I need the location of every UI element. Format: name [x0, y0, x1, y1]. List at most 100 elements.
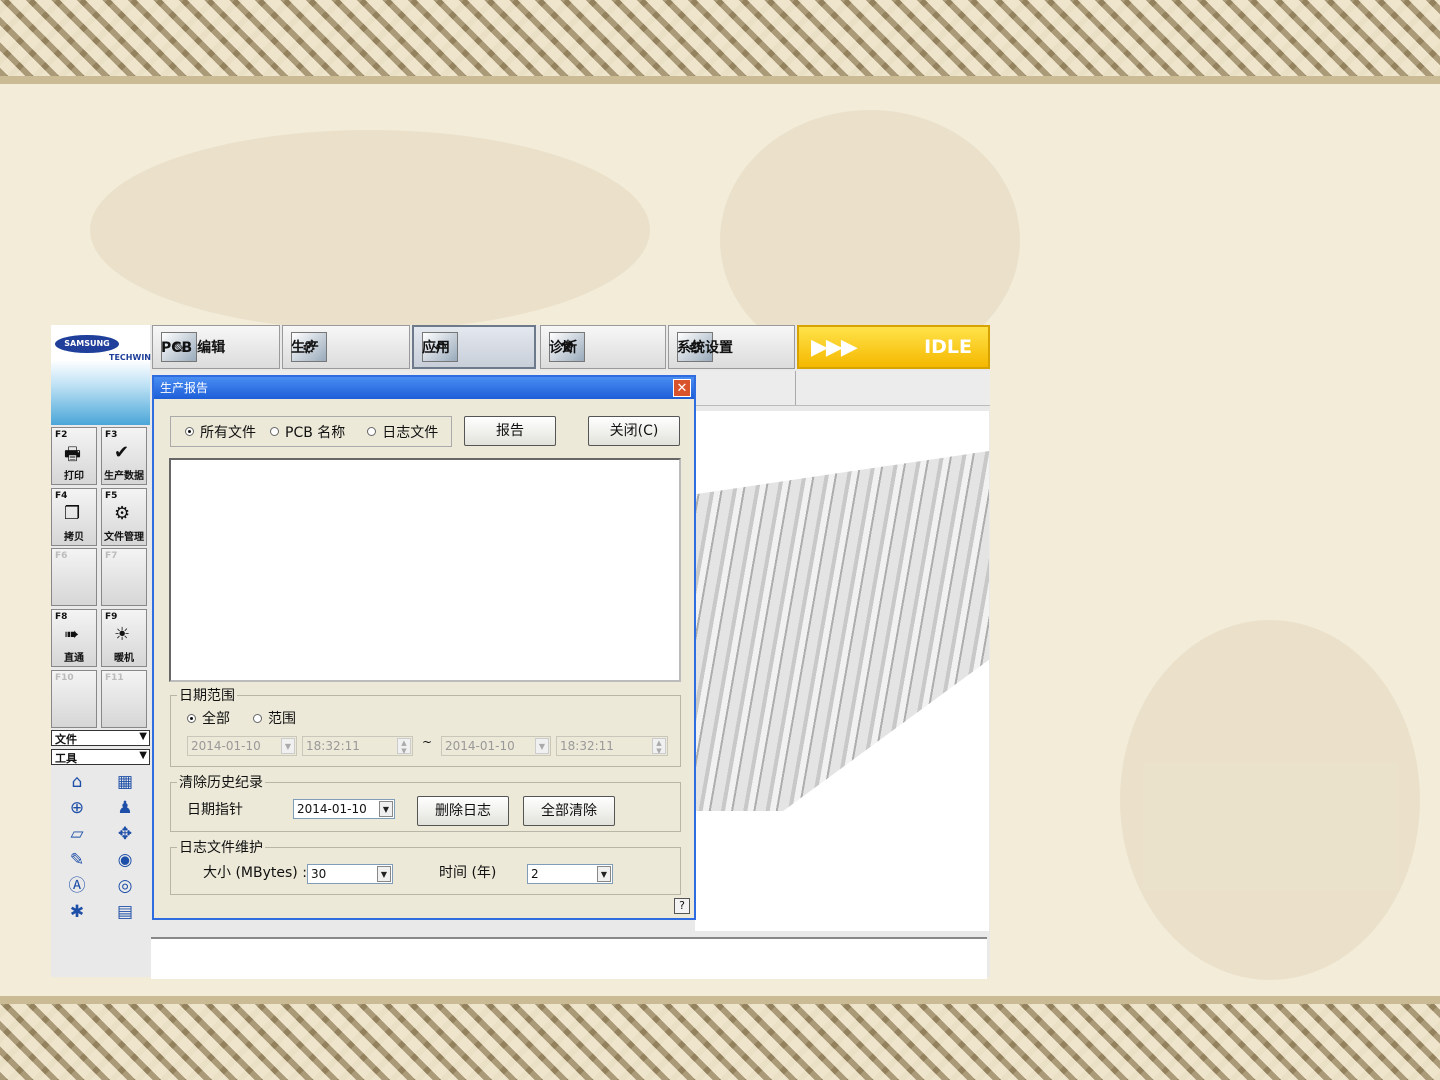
radio-pcb-name[interactable]: PCB 名称 [270, 422, 345, 442]
end-time-field[interactable]: 18:32:11 ▲ ▼ [556, 736, 668, 756]
pcb-edit-button[interactable]: ✎ PCB 编辑 [152, 325, 280, 369]
diagnosis-button[interactable]: ⚒ 诊断 [540, 325, 666, 369]
tools-menu-dropdown[interactable]: 工具 ▼ [51, 749, 150, 765]
radio-unselected-icon [253, 713, 262, 723]
f9-warmup-button[interactable]: F9 ☀ 暖机 [101, 609, 147, 667]
help-button[interactable]: ? [674, 898, 690, 914]
operator-icon[interactable]: ♟ [109, 797, 141, 819]
nozzle-icon[interactable]: ✎ [61, 849, 93, 871]
tool-settings-icon[interactable]: ✱ [61, 901, 93, 923]
spin-arrows-icon: ▲ ▼ [652, 738, 666, 755]
file-menu-label: 文件 [55, 733, 77, 746]
f7-button[interactable]: F7 [101, 548, 147, 606]
decorative-border-bottom [0, 1004, 1440, 1080]
clear-all-button[interactable]: 全部清除 [523, 796, 615, 826]
start-date-field[interactable]: 2014-01-10 ▼ [187, 736, 297, 756]
date-pointer-value: 2014-01-10 [297, 802, 367, 816]
radio-selected-icon [185, 427, 194, 436]
radio-all-files[interactable]: 所有文件 [185, 422, 256, 442]
decorative-border-top-edge [0, 76, 1440, 84]
system-settings-label: 系统设置 [677, 340, 733, 356]
dialog-title: 生产报告 [160, 381, 209, 395]
radio-all-files-label: 所有文件 [200, 424, 256, 441]
production-button[interactable]: ⚙ 生产 [282, 325, 410, 369]
delete-log-button[interactable]: 删除日志 [417, 796, 509, 826]
monitor-icon[interactable]: ▤ [109, 901, 141, 923]
close-icon[interactable]: ✕ [673, 379, 691, 397]
axis-icon[interactable]: ✥ [109, 823, 141, 845]
application-label: 应用 [422, 340, 450, 356]
techwin-logo: TECHWIN [109, 353, 151, 362]
copy-icon: ❐ [64, 503, 81, 524]
status-bar [151, 937, 987, 979]
f2-print-button[interactable]: F2 🖶 打印 [51, 427, 97, 485]
decorative-border-bottom-edge [0, 996, 1440, 1004]
background-branch-decoration [1120, 620, 1420, 980]
radio-log-file-label: 日志文件 [382, 424, 439, 441]
system-settings-button[interactable]: ⚙ 系统设置 [668, 325, 795, 369]
sub-toolbar-divider [795, 371, 796, 405]
production-report-dialog: 生产报告 ✕ 所有文件 PCB 名称 日志文件 报告 关闭(C) 日期范围 全部… [152, 375, 696, 920]
clear-history-legend: 清除历史纪录 [177, 772, 265, 792]
report-button[interactable]: 报告 [464, 416, 556, 446]
range-separator: ~ [422, 735, 433, 749]
file-manage-icon: ⚙ [114, 503, 131, 524]
f3-production-data-button[interactable]: F3 ✔ 生产数据 [101, 427, 147, 485]
machine-background-image [695, 411, 989, 931]
conveyor-icon[interactable]: ▱ [61, 823, 93, 845]
time-select[interactable]: 2 ▼ [527, 864, 613, 884]
f5-file-manage-button[interactable]: F5 ⚙ 文件管理 [101, 488, 147, 546]
feeder-icon[interactable]: ◉ [109, 849, 141, 871]
brand-logo-area: SAMSUNG TECHWIN [51, 325, 151, 425]
end-date-field[interactable]: 2014-01-10 ▼ [441, 736, 551, 756]
start-time-field[interactable]: 18:32:11 ▲ ▼ [302, 736, 413, 756]
clear-history-group: 清除历史纪录 日期指针 2014-01-10 ▼ 删除日志 全部清除 [170, 772, 681, 832]
date-range-group: 日期范围 全部 范围 2014-01-10 ▼ 18:32:11 ▲ ▼ ~ 20… [170, 685, 681, 767]
home-icon[interactable]: ⌂ [61, 771, 93, 793]
camera-icon[interactable]: ◎ [109, 875, 141, 897]
chevron-down-icon: ▼ [597, 866, 611, 882]
radio-log-file[interactable]: 日志文件 [367, 422, 438, 442]
close-button[interactable]: 关闭(C) [588, 416, 680, 446]
dialog-titlebar: 生产报告 ✕ [154, 377, 694, 399]
start-time-value: 18:32:11 [306, 739, 360, 753]
report-list-box[interactable] [169, 458, 681, 682]
f2-key-label: F2 [55, 430, 68, 440]
production-label: 生产 [291, 340, 319, 356]
pass-through-icon: ➠ [64, 624, 80, 645]
f9-label: 暖机 [114, 653, 134, 664]
chevron-down-icon: ▼ [139, 731, 147, 742]
f10-key-label: F10 [55, 673, 74, 683]
background-brush-stroke [90, 130, 650, 330]
radio-date-range[interactable]: 范围 [253, 708, 296, 728]
date-pointer-label: 日期指针 [187, 802, 243, 818]
f8-pass-through-button[interactable]: F8 ➠ 直通 [51, 609, 97, 667]
a-icon[interactable]: Ⓐ [61, 875, 93, 897]
calculator-icon[interactable]: ▦ [109, 771, 141, 793]
tools-menu-label: 工具 [55, 752, 77, 765]
f11-button[interactable]: F11 [101, 670, 147, 728]
f3-key-label: F3 [105, 430, 118, 440]
log-maintenance-group: 日志文件维护 大小 (MBytes) : 30 ▼ 时间 (年) 2 ▼ [170, 837, 681, 895]
origin-icon[interactable]: ⊕ [61, 797, 93, 819]
radio-date-range-label: 范围 [268, 711, 296, 727]
time-value: 2 [531, 867, 539, 881]
radio-unselected-icon [270, 427, 279, 436]
radio-unselected-icon [367, 427, 377, 436]
diagnosis-label: 诊断 [549, 340, 577, 356]
date-pointer-field[interactable]: 2014-01-10 ▼ [293, 799, 395, 819]
size-label: 大小 (MBytes) : [203, 865, 307, 881]
size-select[interactable]: 30 ▼ [307, 864, 393, 884]
application-button[interactable]: ↶ 应用 [412, 325, 536, 369]
f4-copy-button[interactable]: F4 ❐ 拷贝 [51, 488, 97, 546]
radio-date-all[interactable]: 全部 [187, 708, 230, 728]
status-arrows-icon: ▶▶▶ [811, 334, 858, 360]
f8-key-label: F8 [55, 612, 68, 622]
decorative-border-top [0, 0, 1440, 76]
f6-button[interactable]: F6 [51, 548, 97, 606]
size-value: 30 [311, 867, 327, 881]
f10-button[interactable]: F10 [51, 670, 97, 728]
f5-label: 文件管理 [104, 532, 144, 543]
chevron-down-icon: ▼ [379, 801, 393, 817]
file-menu-dropdown[interactable]: 文件 ▼ [51, 730, 150, 746]
